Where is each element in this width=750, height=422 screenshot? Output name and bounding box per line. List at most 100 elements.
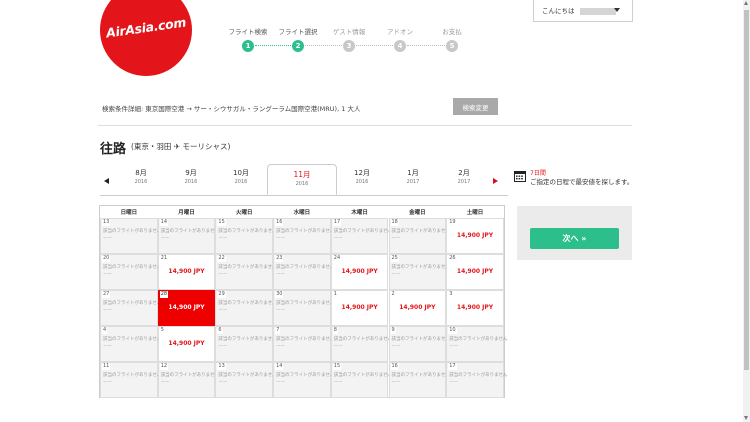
no-flight-text: 該当のフライトがありません bbox=[218, 229, 277, 234]
day-cell: 12 該当のフライトがありません ーー bbox=[157, 362, 220, 398]
no-flight-text: 該当のフライトがありません bbox=[160, 373, 220, 378]
step-number: 5 bbox=[446, 40, 458, 52]
no-flight-placeholder: ーー bbox=[103, 344, 112, 349]
month-tab[interactable]: 10月 2016 bbox=[216, 168, 266, 185]
month-label: 10月 bbox=[233, 169, 249, 177]
prev-month-arrow-icon[interactable] bbox=[104, 178, 109, 184]
day-cell[interactable]: 1 14,900 JPY bbox=[330, 290, 389, 326]
day-number: 14 bbox=[159, 219, 169, 226]
no-flight-text: 該当のフライトがありません bbox=[103, 301, 162, 306]
no-flight-text: 該当のフライトがありません bbox=[276, 229, 335, 234]
day-number: 23 bbox=[275, 255, 284, 262]
month-tab[interactable]: 9月 2016 bbox=[166, 168, 216, 185]
day-cell: 17 該当のフライトがありません ーー bbox=[330, 218, 393, 254]
day-cell: 9 該当のフライトがありません ーー bbox=[388, 326, 450, 362]
day-cell: 30 該当のフライトがありません ーー bbox=[273, 290, 334, 326]
day-cell[interactable]: 24 14,900 JPY bbox=[330, 254, 389, 290]
no-flight-text: 該当のフライトがありません bbox=[391, 373, 450, 378]
day-cell: 27 該当のフライトがありません ーー bbox=[100, 290, 162, 326]
no-flight-placeholder: ーー bbox=[103, 380, 112, 385]
no-flight-placeholder: ーー bbox=[218, 380, 228, 385]
day-cell[interactable]: 21 14,900 JPY bbox=[157, 254, 216, 290]
day-number: 5 bbox=[159, 327, 165, 334]
no-flight-text: 該当のフライトがありません bbox=[333, 373, 393, 378]
no-flight-text: 該当のフライトがありません bbox=[333, 229, 393, 234]
day-number: 8 bbox=[332, 327, 338, 334]
day-number: 25 bbox=[390, 255, 399, 262]
no-flight-placeholder: ーー bbox=[218, 308, 228, 313]
no-flight-placeholder: ーー bbox=[391, 380, 401, 385]
no-flight-placeholder: ーー bbox=[218, 236, 228, 241]
day-cell[interactable]: 5 14,900 JPY bbox=[157, 326, 216, 362]
divider bbox=[98, 125, 632, 126]
day-number: 13 bbox=[217, 363, 226, 370]
no-flight-text: 該当のフライトがありません bbox=[276, 373, 335, 378]
next-button[interactable]: 次へ » bbox=[530, 228, 619, 249]
month-year: 2016 bbox=[184, 179, 198, 185]
month-tab[interactable]: 11月 2016 bbox=[267, 164, 337, 195]
no-flight-placeholder: ーー bbox=[103, 236, 112, 241]
day-cell: 23 該当のフライトがありません ーー bbox=[273, 254, 334, 290]
month-year: 2016 bbox=[134, 179, 148, 185]
step-number: 1 bbox=[242, 40, 254, 52]
step-label: アドオン bbox=[387, 28, 413, 36]
no-flight-placeholder: ーー bbox=[391, 344, 401, 349]
step-label: フライト検索 bbox=[228, 28, 268, 36]
day-cell-selected[interactable]: 28 14,900 JPY bbox=[157, 290, 216, 326]
day-cell[interactable]: 2 14,900 JPY bbox=[388, 290, 447, 326]
day-price: 14,900 JPY bbox=[168, 304, 205, 311]
day-number: 7 bbox=[275, 327, 281, 334]
scrollbar-thumb[interactable] bbox=[744, 10, 749, 370]
day-cell: 4 該当のフライトがありません ーー bbox=[100, 326, 162, 362]
day-number: 12 bbox=[159, 363, 169, 370]
progress-step: ゲスト情報 3 bbox=[323, 26, 375, 52]
no-flight-text: 該当のフライトがありません bbox=[218, 265, 277, 270]
month-year: 2017 bbox=[406, 179, 420, 185]
day-number: 2 bbox=[390, 291, 396, 298]
month-tab[interactable]: 8月 2016 bbox=[116, 168, 166, 185]
no-flight-text: 該当のフライトがありません bbox=[103, 337, 162, 342]
day-price: 14,900 JPY bbox=[168, 268, 205, 275]
day-cell[interactable]: 26 14,900 JPY bbox=[446, 254, 504, 290]
day-cell: 8 該当のフライトがありません ーー bbox=[330, 326, 392, 362]
progress-step: アドオン 4 bbox=[374, 26, 426, 52]
day-number: 13 bbox=[102, 219, 111, 226]
month-year: 2016 bbox=[234, 179, 248, 185]
day-cell: 15 該当のフライトがありません ーー bbox=[215, 218, 277, 254]
scroll-up-arrow-icon[interactable] bbox=[744, 1, 748, 5]
no-flight-placeholder: ーー bbox=[160, 380, 170, 385]
day-number: 22 bbox=[217, 255, 226, 262]
day-cell: 7 該当のフライトがありません ーー bbox=[273, 326, 334, 362]
change-search-button[interactable]: 検索変更 bbox=[453, 98, 498, 115]
no-flight-text: 該当のフライトがありません bbox=[218, 301, 277, 306]
day-cell: 20 該当のフライトがありません ーー bbox=[100, 254, 161, 290]
month-tab[interactable]: 2月 2017 bbox=[439, 168, 489, 185]
day-number: 24 bbox=[332, 255, 342, 262]
day-number: 19 bbox=[448, 219, 457, 226]
month-year: 2016 bbox=[355, 179, 369, 185]
no-flight-placeholder: ーー bbox=[333, 344, 343, 349]
step-number: 3 bbox=[343, 40, 355, 52]
month-tabs: 8月 2016 9月 2016 10月 2016 11月 2016 12月 2016 1月 2017 2… bbox=[100, 164, 508, 196]
day-cell[interactable]: 19 14,900 JPY bbox=[446, 218, 504, 254]
calendar-icon[interactable] bbox=[514, 170, 526, 182]
step-label: ゲスト情報 bbox=[332, 28, 366, 36]
month-tab[interactable]: 1月 2017 bbox=[388, 168, 438, 185]
user-menu[interactable]: こんにちは bbox=[533, 0, 633, 22]
month-tab[interactable]: 12月 2016 bbox=[337, 168, 387, 185]
day-number: 28 bbox=[159, 291, 169, 298]
day-number: 17 bbox=[448, 363, 457, 370]
chevron-down-icon[interactable] bbox=[614, 8, 620, 12]
next-month-arrow-icon[interactable] bbox=[493, 178, 498, 184]
day-cell: 17 該当のフライトがありません ーー bbox=[446, 362, 508, 398]
scroll-down-arrow-icon[interactable] bbox=[744, 416, 748, 420]
day-number: 17 bbox=[332, 219, 342, 226]
no-flight-placeholder: ーー bbox=[103, 308, 112, 313]
month-label: 1月 bbox=[407, 169, 419, 177]
day-cell[interactable]: 3 14,900 JPY bbox=[446, 290, 504, 326]
day-cell: 25 該当のフライトがありません ーー bbox=[388, 254, 450, 290]
no-flight-text: 該当のフライトがありません bbox=[103, 373, 162, 378]
step-number: 4 bbox=[394, 40, 406, 52]
no-flight-placeholder: ーー bbox=[276, 272, 286, 277]
day-number: 21 bbox=[159, 255, 169, 262]
